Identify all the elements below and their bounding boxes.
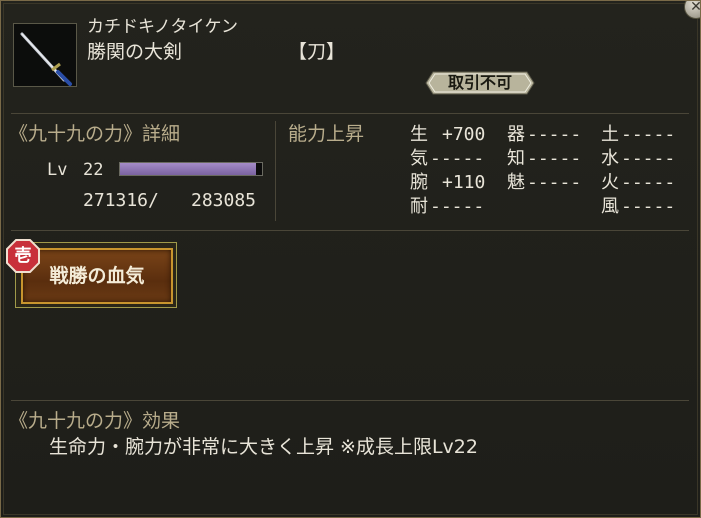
stat-label: 水 xyxy=(601,148,619,169)
stat-label: 耐 xyxy=(410,196,428,217)
skill-plate: 戦勝の血気 xyxy=(21,248,173,304)
ability-title: 能力上昇 xyxy=(288,123,365,145)
stat-value: ----- xyxy=(430,148,485,169)
stat-value: ----- xyxy=(527,172,582,193)
stat-value: +110 xyxy=(442,172,486,193)
skill-rank-label: 壱 xyxy=(14,246,32,266)
experience-bar xyxy=(119,162,263,176)
stat-label: 風 xyxy=(601,196,619,217)
katana-icon xyxy=(13,23,77,87)
detail-title: 《九十九の力》詳細 xyxy=(9,123,181,145)
effect-description: 生命力・腕力が非常に大きく上昇 ※成長上限Lv22 xyxy=(49,436,478,458)
item-reading: カチドキノタイケン xyxy=(87,17,238,37)
effect-title: 《九十九の力》効果 xyxy=(9,410,181,432)
xp-current: 271316/ xyxy=(83,190,159,211)
skill-rank-badge: 壱 xyxy=(5,238,41,274)
close-icon[interactable]: ✕ xyxy=(684,1,700,19)
stat-label: 知 xyxy=(507,148,525,169)
stat-label: 腕 xyxy=(410,172,428,193)
stat-value: ----- xyxy=(621,148,676,169)
stat-value: ----- xyxy=(621,196,676,217)
experience-bar-fill xyxy=(120,163,257,175)
stat-label: 魅 xyxy=(507,172,525,193)
item-type: 【刀】 xyxy=(288,41,346,63)
stat-value: ----- xyxy=(430,196,485,217)
stat-label: 土 xyxy=(601,124,619,145)
stat-label: 気 xyxy=(410,148,428,169)
stat-label: 生 xyxy=(410,124,428,145)
stat-label: 火 xyxy=(601,172,619,193)
skill-name: 戦勝の血気 xyxy=(49,265,145,287)
stat-label: 器 xyxy=(507,124,525,145)
trade-status-badge: 取引不可 xyxy=(425,71,535,95)
divider xyxy=(11,113,689,114)
item-detail-window: ✕ カチドキノタイケン 勝関の大剣 【刀】 取引不可 《九十九の力》詳細 Lv … xyxy=(0,0,701,518)
level-label: Lv xyxy=(47,160,68,180)
stat-value: ----- xyxy=(527,148,582,169)
xp-max: 283085 xyxy=(191,190,257,211)
stat-value: +700 xyxy=(442,124,486,145)
divider xyxy=(275,121,276,221)
stat-value: ----- xyxy=(527,124,582,145)
stat-value: ----- xyxy=(621,124,676,145)
divider xyxy=(11,400,689,401)
divider xyxy=(11,230,689,231)
trade-status-label: 取引不可 xyxy=(447,73,512,92)
stat-value: ----- xyxy=(621,172,676,193)
level-value: 22 xyxy=(83,160,104,180)
item-name: 勝関の大剣 xyxy=(87,41,183,63)
